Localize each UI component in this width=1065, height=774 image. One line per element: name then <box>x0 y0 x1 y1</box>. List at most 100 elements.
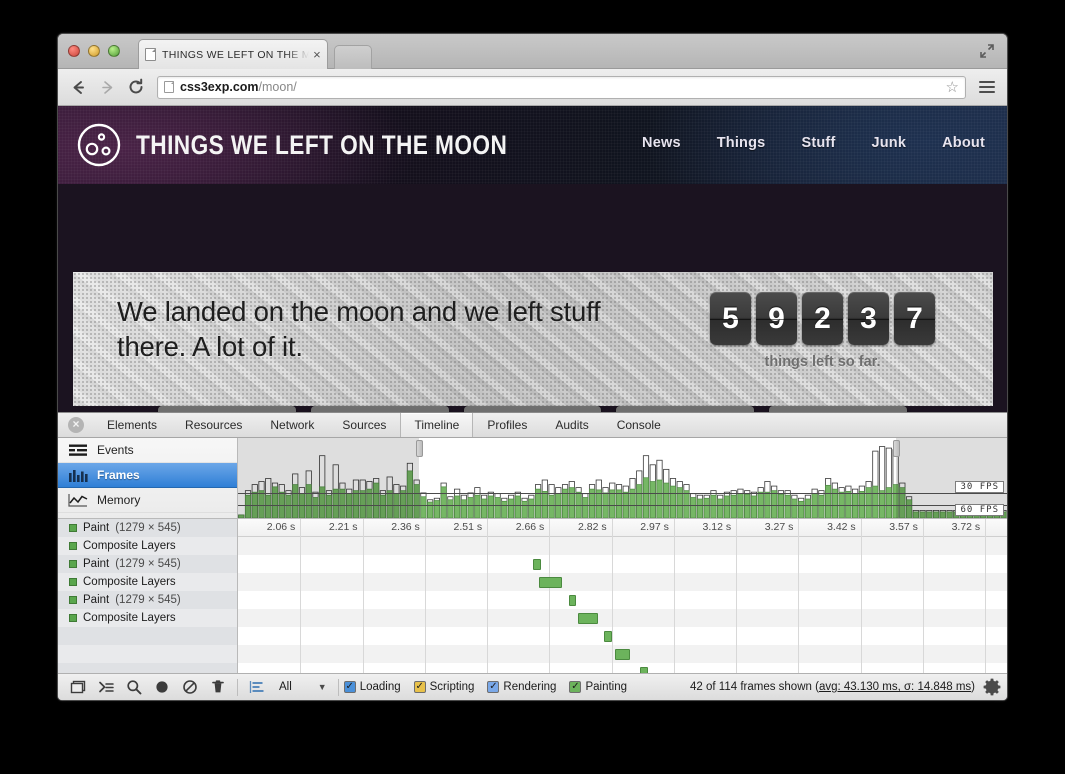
checkbox-label: Scripting <box>430 681 475 693</box>
record-color-swatch <box>69 542 77 550</box>
counter-digit: 7 <box>894 292 935 345</box>
overview-selection-handle-right[interactable] <box>893 440 900 457</box>
chevron-down-icon: ▼ <box>318 682 327 692</box>
url-text: css3exp.com/moon/ <box>180 80 940 94</box>
tab-profiles[interactable]: Profiles <box>473 413 541 437</box>
table-row[interactable]: Composite Layers <box>58 537 237 555</box>
tab-resources[interactable]: Resources <box>171 413 256 437</box>
ruler-tick-label: 3.72 s <box>952 521 986 533</box>
table-row[interactable]: Paint(1279 × 545) <box>58 591 237 609</box>
flame-chart-icon[interactable] <box>243 677 271 697</box>
timeline-event-bar[interactable] <box>578 613 598 624</box>
nav-item-things[interactable]: Things <box>717 135 766 151</box>
record-label: Composite Layers <box>83 576 176 588</box>
timeline-event-bar[interactable] <box>533 559 542 570</box>
timeline-event-bar[interactable] <box>640 667 648 673</box>
table-row-empty <box>58 645 237 663</box>
nav-item-about[interactable]: About <box>942 135 985 151</box>
sidebar-item-memory[interactable]: Memory <box>58 488 237 513</box>
record-label: Paint <box>83 522 109 534</box>
nav-item-stuff[interactable]: Stuff <box>801 135 835 151</box>
zoom-window-button[interactable] <box>108 45 120 57</box>
site-brand[interactable]: THINGS WE LEFT ON THE MOON <box>76 122 578 168</box>
window-controls[interactable] <box>68 45 120 57</box>
checkbox-scripting[interactable]: ✓ Scripting <box>414 681 475 693</box>
sidebar-item-frames[interactable]: Frames <box>58 463 237 488</box>
dock-window-icon[interactable] <box>64 677 92 697</box>
forward-button[interactable] <box>97 77 117 97</box>
ruler-tick-label: 2.97 s <box>640 521 674 533</box>
nav-item-junk[interactable]: Junk <box>871 135 906 151</box>
record-timeline-column[interactable]: 2.06 s2.21 s2.36 s2.51 s2.66 s2.82 s2.97… <box>238 519 1007 673</box>
record-name-column: Paint(1279 × 545) Composite Layers Paint… <box>58 519 238 673</box>
minimize-window-button[interactable] <box>88 45 100 57</box>
browser-window: THINGS WE LEFT ON THE M × css3exp.com/mo… <box>57 33 1008 701</box>
table-row-empty <box>58 663 237 673</box>
sidebar-item-events[interactable]: Events <box>58 438 237 463</box>
timeline-row <box>238 645 1007 663</box>
desktop-background: THINGS WE LEFT ON THE M × css3exp.com/mo… <box>0 0 1065 774</box>
close-tab-icon[interactable]: × <box>309 47 321 62</box>
ruler-tick-label: 2.36 s <box>391 521 425 533</box>
magnifier-icon[interactable] <box>120 677 148 697</box>
tab-elements[interactable]: Elements <box>93 413 171 437</box>
back-button[interactable] <box>68 77 88 97</box>
new-tab-button[interactable] <box>334 45 372 69</box>
record-circle-icon[interactable] <box>148 677 176 697</box>
frames-bar-chart-icon <box>68 468 88 482</box>
timeline-event-bar[interactable] <box>569 595 577 606</box>
ruler-tick-label: 2.06 s <box>267 521 301 533</box>
summary-prefix: 42 of 114 frames shown ( <box>690 681 819 693</box>
timeline-event-bar[interactable] <box>539 577 562 588</box>
close-devtools-icon[interactable]: × <box>68 417 84 433</box>
status-divider <box>237 679 238 696</box>
timeline-event-bar[interactable] <box>604 631 612 642</box>
nav-item-news[interactable]: News <box>642 135 681 151</box>
table-row[interactable]: Paint(1279 × 545) <box>58 555 237 573</box>
tab-console[interactable]: Console <box>603 413 675 437</box>
checkbox-box[interactable]: ✓ <box>414 681 426 693</box>
browser-tab[interactable]: THINGS WE LEFT ON THE M × <box>138 39 328 69</box>
timeline-ruler: 2.06 s2.21 s2.36 s2.51 s2.66 s2.82 s2.97… <box>238 519 1007 537</box>
page-icon <box>145 48 156 61</box>
overview-selection-handle-left[interactable] <box>416 440 423 457</box>
table-row[interactable]: Composite Layers <box>58 573 237 591</box>
tab-sources[interactable]: Sources <box>328 413 400 437</box>
counter-caption: things left so far. <box>710 354 935 370</box>
hamburger-menu-icon[interactable] <box>977 81 997 93</box>
table-row[interactable]: Composite Layers <box>58 609 237 627</box>
checkbox-box[interactable]: ✓ <box>487 681 499 693</box>
checkbox-label: Loading <box>360 681 401 693</box>
checkbox-rendering[interactable]: ✓ Rendering <box>487 681 556 693</box>
sidebar-item-label: Events <box>97 443 134 457</box>
site-page-icon <box>164 81 174 93</box>
checkbox-loading[interactable]: ✓ Loading <box>344 681 401 693</box>
timeline-mode-sidebar: Events <box>58 438 238 518</box>
checkbox-box[interactable]: ✓ <box>569 681 581 693</box>
reload-button[interactable] <box>126 77 146 97</box>
fps-30-label: 30 FPS <box>955 481 1004 493</box>
tab-audits[interactable]: Audits <box>541 413 602 437</box>
frame-summary-text: 42 of 114 frames shown (avg: 43.130 ms, … <box>690 681 975 693</box>
tab-network[interactable]: Network <box>256 413 328 437</box>
site-nav[interactable]: News Things Stuff Junk About <box>642 135 985 151</box>
trash-icon[interactable] <box>204 677 232 697</box>
star-icon[interactable]: ☆ <box>946 80 959 95</box>
tab-timeline[interactable]: Timeline <box>400 413 473 437</box>
summary-stats[interactable]: avg: 43.130 ms, σ: 14.848 ms <box>819 681 971 693</box>
sidebar-item-label: Memory <box>97 493 140 507</box>
maximize-icon[interactable] <box>979 43 995 59</box>
gear-icon[interactable] <box>983 678 1001 696</box>
timeline-event-bar[interactable] <box>615 649 630 660</box>
checkbox-box[interactable]: ✓ <box>344 681 356 693</box>
address-bar[interactable]: css3exp.com/moon/ ☆ <box>157 76 966 99</box>
no-entry-icon[interactable] <box>176 677 204 697</box>
table-row[interactable]: Paint(1279 × 545) <box>58 519 237 537</box>
console-drawer-icon[interactable] <box>92 677 120 697</box>
filter-select[interactable]: All ▼ <box>271 678 333 697</box>
frames-overview-chart[interactable]: 30 FPS 60 FPS <box>238 438 1007 518</box>
checkbox-painting[interactable]: ✓ Painting <box>569 681 627 693</box>
fps-60-label: 60 FPS <box>955 504 1004 516</box>
checkbox-label: Rendering <box>503 681 556 693</box>
close-window-button[interactable] <box>68 45 80 57</box>
